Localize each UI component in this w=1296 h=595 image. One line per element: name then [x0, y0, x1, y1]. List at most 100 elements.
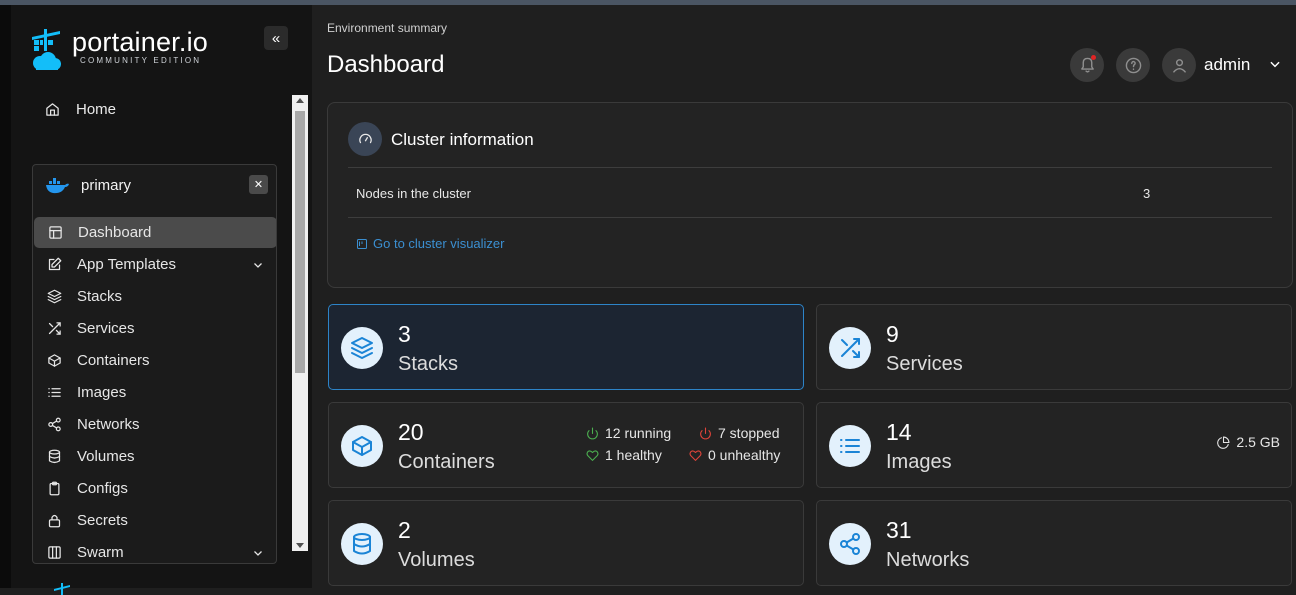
database-icon	[341, 523, 383, 565]
containers-stat-card[interactable]: 20 Containers 12 running 7 stopped 1 hea…	[328, 402, 804, 488]
heart-icon	[586, 449, 599, 461]
stacks-stat-card[interactable]: 3 Stacks	[328, 304, 804, 390]
chevron-down-icon	[252, 546, 264, 563]
lock-icon	[46, 513, 62, 529]
chevron-down-icon[interactable]	[1268, 57, 1282, 76]
notifications-button[interactable]	[1070, 48, 1104, 82]
shuffle-icon	[46, 321, 62, 337]
services-label: Services	[886, 353, 963, 375]
trello-icon	[357, 238, 367, 249]
gauge-icon	[348, 122, 382, 156]
portainer-logo[interactable]: portainer.io COMMUNITY EDITION	[30, 27, 230, 77]
services-stat-card[interactable]: 9 Services	[816, 304, 1292, 390]
layers-icon	[341, 327, 383, 369]
sidebar-item-label: Secrets	[77, 512, 128, 529]
services-count: 9	[886, 321, 899, 347]
sidebar-scrollbar[interactable]	[292, 95, 308, 551]
sidebar-item-home[interactable]: Home	[44, 101, 116, 118]
close-environment-button[interactable]: ✕	[249, 175, 268, 194]
sidebar-item-volumes[interactable]: Volumes	[33, 441, 276, 472]
healthy-status: 1 healthy	[586, 447, 662, 463]
box-icon	[341, 425, 383, 467]
layout-icon	[47, 225, 63, 241]
grid-icon	[46, 545, 62, 561]
cluster-visualizer-label: Go to cluster visualizer	[373, 236, 505, 251]
database-icon	[46, 449, 62, 465]
healthy-count: 1 healthy	[605, 447, 662, 463]
brand-name: portainer.io	[72, 27, 208, 57]
images-size: 2.5 GB	[1217, 434, 1280, 450]
cluster-information-card: Cluster information Nodes in the cluster…	[327, 102, 1293, 288]
sidebar-item-stacks[interactable]: Stacks	[33, 281, 276, 312]
networks-stat-card[interactable]: 31 Networks	[816, 500, 1292, 586]
nodes-label: Nodes in the cluster	[356, 186, 471, 201]
share-icon	[46, 417, 62, 433]
sidebar-item-label: Containers	[77, 352, 150, 369]
user-menu-name[interactable]: admin	[1204, 55, 1250, 75]
collapse-sidebar-button[interactable]: «	[264, 26, 288, 50]
sidebar-item-services[interactable]: Services	[33, 313, 276, 344]
stopped-status: 7 stopped	[699, 425, 780, 441]
portainer-crane-icon	[32, 29, 61, 70]
unhealthy-status: 0 unhealthy	[689, 447, 780, 463]
networks-label: Networks	[886, 549, 970, 571]
help-circle-icon	[1125, 57, 1141, 73]
brand-edition: COMMUNITY EDITION	[80, 56, 202, 65]
networks-count: 31	[886, 517, 912, 543]
sidebar-item-label: Networks	[77, 416, 140, 433]
sidebar-item-configs[interactable]: Configs	[33, 473, 276, 504]
docker-whale-icon	[46, 177, 69, 193]
images-label: Images	[886, 451, 952, 473]
user-icon	[1172, 58, 1186, 73]
avatar[interactable]	[1162, 48, 1196, 82]
cluster-visualizer-link[interactable]: Go to cluster visualizer	[356, 236, 505, 251]
sidebar-item-label: Home	[76, 101, 117, 118]
help-button[interactable]	[1116, 48, 1150, 82]
environment-header: primary	[45, 177, 131, 194]
volumes-label: Volumes	[398, 549, 475, 571]
scrollbar-thumb[interactable]	[295, 111, 305, 373]
images-count: 14	[886, 419, 912, 445]
notification-dot	[1091, 55, 1096, 60]
unhealthy-count: 0 unhealthy	[708, 447, 781, 463]
box-icon	[46, 353, 62, 369]
images-stat-card[interactable]: 14 Images 2.5 GB	[816, 402, 1292, 488]
power-icon	[587, 427, 598, 439]
environment-panel: primary ✕ Dashboard App Templates Stacks…	[32, 164, 277, 564]
sidebar-item-dashboard[interactable]: Dashboard	[34, 217, 276, 248]
sidebar-item-swarm[interactable]: Swarm	[33, 537, 276, 563]
containers-label: Containers	[398, 451, 495, 473]
sidebar-edge	[0, 5, 11, 588]
main-content: Environment summary Dashboard admin Clus…	[312, 5, 1296, 588]
stopped-count: 7 stopped	[718, 425, 780, 441]
sidebar-item-label: App Templates	[77, 256, 176, 273]
scroll-up-arrow-icon[interactable]	[296, 98, 304, 103]
sidebar-item-label: Configs	[77, 480, 128, 497]
sidebar-item-label: Swarm	[77, 544, 124, 561]
sidebar-item-containers[interactable]: Containers	[33, 345, 276, 376]
sidebar-item-secrets[interactable]: Secrets	[33, 505, 276, 536]
sidebar-item-networks[interactable]: Networks	[33, 409, 276, 440]
list-icon	[46, 385, 62, 401]
layers-icon	[46, 289, 62, 305]
stacks-label: Stacks	[398, 353, 459, 375]
power-icon	[700, 427, 711, 439]
close-icon: ✕	[253, 179, 264, 191]
sidebar-item-app-templates[interactable]: App Templates	[33, 249, 276, 280]
sidebar-item-images[interactable]: Images	[33, 377, 276, 408]
containers-count: 20	[398, 419, 424, 445]
chevron-down-icon	[252, 258, 264, 275]
edit-icon	[46, 257, 62, 273]
chevrons-left-icon: «	[271, 29, 281, 47]
clipboard-icon	[46, 481, 62, 497]
stacks-count: 3	[398, 321, 411, 347]
heart-icon	[689, 449, 702, 461]
scroll-down-arrow-icon[interactable]	[296, 543, 304, 548]
volumes-count: 2	[398, 517, 411, 543]
home-icon	[44, 102, 60, 118]
volumes-stat-card[interactable]: 2 Volumes	[328, 500, 804, 586]
sidebar-item-label: Dashboard	[78, 224, 152, 241]
share-icon	[829, 523, 871, 565]
images-size-value: 2.5 GB	[1236, 434, 1280, 450]
sidebar: portainer.io COMMUNITY EDITION « Home pr…	[0, 5, 312, 595]
